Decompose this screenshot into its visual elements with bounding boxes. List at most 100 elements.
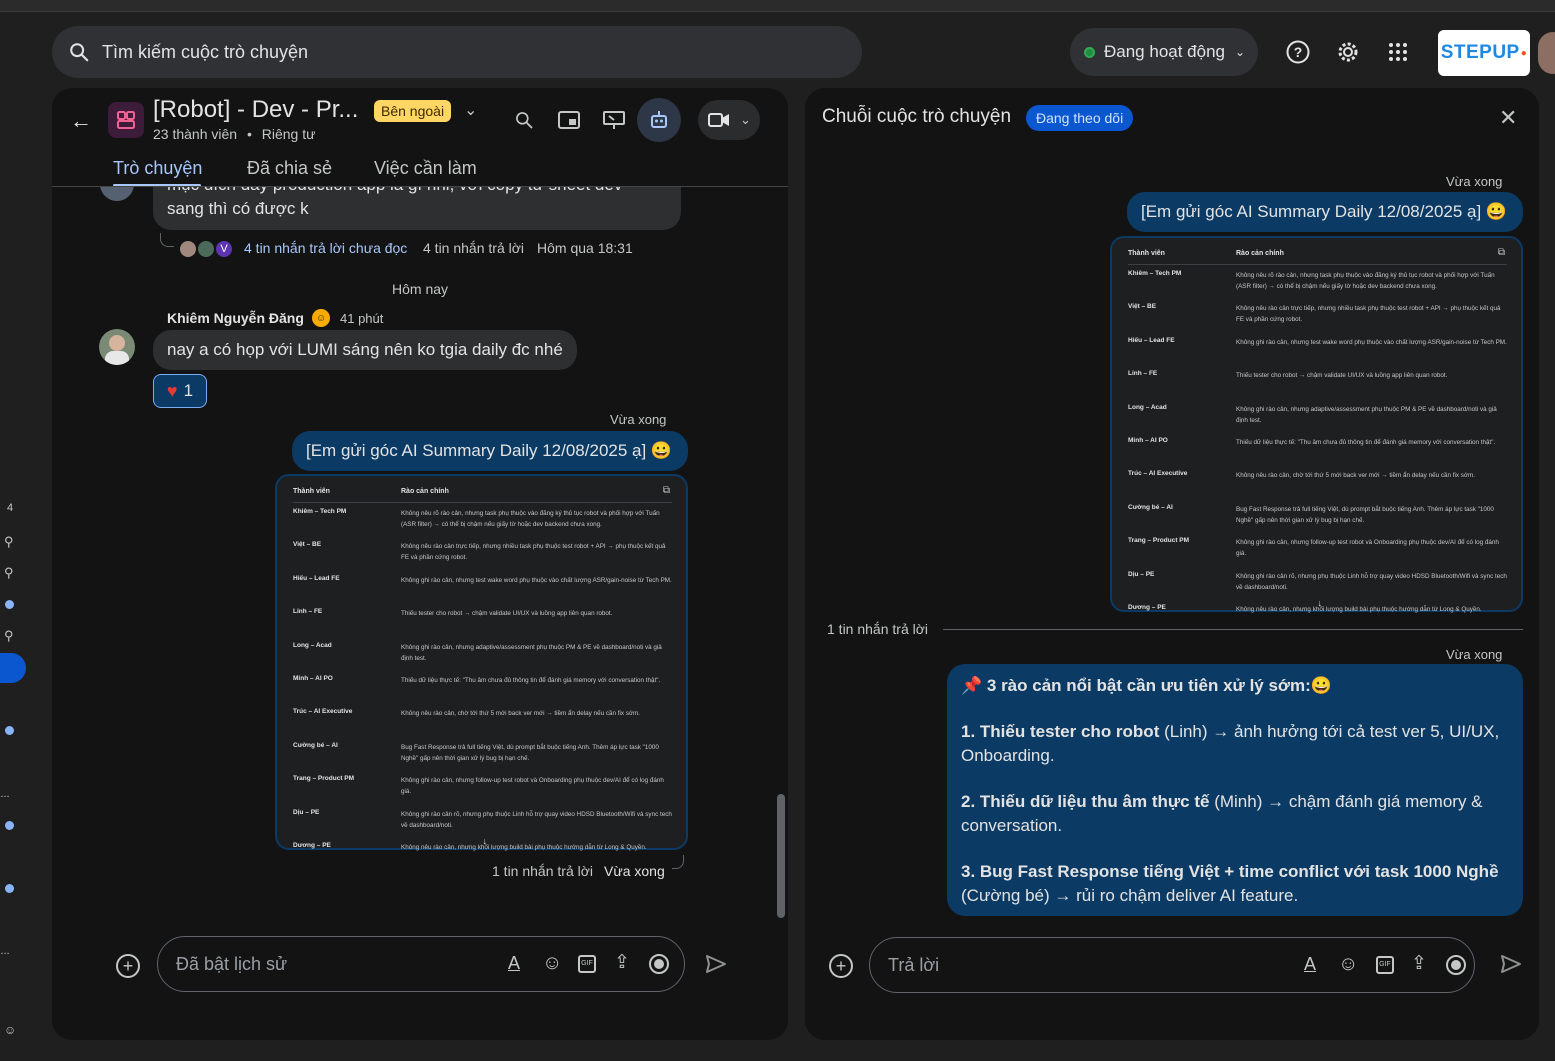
pin-icon[interactable]: ⚲ [4, 565, 14, 581]
upload-icon[interactable]: ⇪ [1411, 952, 1427, 975]
message-bubble[interactable]: 📌 3 rào cản nổi bật cần ưu tiên xử lý sớ… [947, 664, 1523, 916]
arrow-down-icon[interactable]: ↓ [483, 836, 488, 846]
message-bubble[interactable]: mục đích dày production app là gì nhỉ, v… [153, 187, 681, 230]
emoji-icon[interactable]: ☺ [542, 952, 562, 975]
table-row-name: Linh – FE [1128, 370, 1158, 378]
settings-gear-icon[interactable] [1334, 38, 1362, 66]
summary-table-image[interactable]: Thành viên Rào cản chính ⧉ Khiêm – Tech PM K… [1110, 236, 1523, 613]
status-dropdown[interactable]: Đang hoạt động ⌄ [1070, 28, 1258, 76]
pin-icon[interactable]: ⚲ [4, 628, 14, 644]
reaction-chip[interactable]: ♥ 1 [153, 374, 207, 408]
upload-icon[interactable]: ⇪ [614, 951, 630, 974]
table-row-name: Cường bé – AI [293, 741, 338, 749]
tab-chat[interactable]: Trò chuyện [113, 158, 202, 179]
table-row-name: Việt – BE [1128, 303, 1157, 311]
arrow-down-icon[interactable]: ↓ [1318, 598, 1323, 608]
copy-icon[interactable]: ⧉ [663, 485, 670, 496]
following-badge[interactable]: Đang theo dõi [1026, 105, 1134, 131]
add-icon[interactable]: + [829, 954, 853, 978]
help-icon[interactable]: ? [1284, 38, 1312, 66]
search-icon[interactable] [506, 102, 542, 138]
table-row-desc: Không ghi rào cản rõ, nhưng phụ thuộc Li… [401, 810, 672, 829]
summary-table-image[interactable]: Thành viên Rào cản chính ⧉ Khiêm – Tech PM K… [275, 474, 688, 851]
avatar [178, 239, 198, 259]
record-video-icon[interactable] [649, 954, 669, 974]
table-row-name: Cường bé – AI [1128, 503, 1173, 511]
record-video-icon[interactable] [1446, 955, 1466, 975]
rail-more: ... [0, 945, 10, 957]
avatar: V [214, 239, 234, 259]
search-bar[interactable]: Tìm kiếm cuộc trò chuyện [52, 26, 862, 78]
side-panel-icon[interactable] [551, 102, 587, 138]
close-icon[interactable]: ✕ [1499, 105, 1517, 131]
sender-name[interactable]: Khiêm Nguyễn Đăng [167, 310, 304, 326]
message-text: sang thì có được k [167, 199, 309, 218]
emoji-status-icon[interactable]: ☺ [4, 1023, 16, 1037]
table-header-desc: Rào cản chính [1236, 250, 1284, 257]
tab-shared[interactable]: Đã chia sẻ [247, 158, 332, 179]
rail-count: 4 [6, 502, 14, 514]
reply-divider-line [943, 629, 1523, 630]
send-icon[interactable] [704, 952, 728, 981]
message-bubble[interactable]: [Em gửi góc AI Summary Daily 12/08/2025 … [1127, 192, 1523, 232]
tab-tasks[interactable]: Việc cần làm [374, 158, 477, 179]
video-camera-icon [708, 113, 729, 127]
message-bubble[interactable]: nay a có họp với LUMI sáng nên ko tgia d… [153, 330, 577, 370]
back-arrow-icon[interactable]: ← [70, 108, 92, 134]
reaction-count: 1 [183, 381, 194, 400]
thread-line [160, 233, 174, 247]
avatar[interactable] [99, 329, 135, 365]
svg-text:?: ? [1294, 44, 1303, 60]
send-icon[interactable] [1499, 952, 1523, 981]
table-row-desc: Không nêu rào cản trực tiếp, nhưng nhiều… [401, 543, 666, 562]
format-text-icon[interactable]: A [508, 953, 520, 974]
message-time: 41 phút [340, 311, 384, 326]
message-composer[interactable]: Đã bật lịch sử A ☺ GIF ⇪ [157, 936, 685, 992]
space-title[interactable]: [Robot] - Dev - Pr... [153, 96, 358, 124]
table-row-desc: Thiếu dữ liệu thực tế: "Thu âm chưa đủ t… [1236, 439, 1496, 446]
avatar [100, 187, 134, 201]
message-time: Vừa xong [1446, 647, 1503, 662]
add-icon[interactable]: + [116, 954, 140, 978]
message-text: mục đích dày production app là gì nhỉ, v… [167, 187, 622, 195]
member-count[interactable]: 23 thành viên [153, 126, 237, 142]
format-text-icon[interactable]: A [1304, 954, 1316, 975]
composer-input[interactable]: Đã bật lịch sử [176, 954, 287, 975]
unread-dot [5, 600, 14, 609]
gif-icon[interactable]: GIF [1376, 956, 1394, 974]
emoji-icon[interactable]: ☺ [1338, 953, 1358, 976]
message-list: mục đích dày production app là gì nhỉ, v… [52, 187, 788, 927]
brand-logo[interactable]: STEPUP ● [1438, 30, 1530, 76]
table-row-name: Long – Acad [293, 641, 332, 649]
reply-count[interactable]: 4 tin nhắn trả lời [423, 240, 524, 256]
reply-item-text: (Cường bé) → rủi ro chậm deliver AI feat… [961, 886, 1299, 905]
chevron-down-icon[interactable]: ⌄ [464, 100, 477, 120]
reply-count[interactable]: 1 tin nhắn trả lời [492, 863, 593, 879]
copy-icon[interactable]: ⧉ [1498, 247, 1505, 258]
pin-icon[interactable]: ⚲ [4, 534, 14, 550]
gif-icon[interactable]: GIF [578, 955, 596, 973]
search-input[interactable]: Tìm kiếm cuộc trò chuyện [102, 42, 308, 63]
message-bubble[interactable]: [Em gửi góc AI Summary Daily 12/08/2025 … [292, 431, 688, 471]
table-row-name: Dương – PE [1128, 604, 1166, 611]
integrations-icon[interactable] [637, 98, 681, 142]
table-row-name: Dịu – PE [293, 808, 320, 816]
reply-composer[interactable]: Trả lời A ☺ GIF ⇪ [869, 937, 1475, 993]
table-row-desc: Không nêu rào cản, nhưng khối lượng buil… [401, 844, 647, 851]
unread-dot [5, 726, 14, 735]
date-divider: Hôm nay [392, 281, 449, 297]
composer-input[interactable]: Trả lời [888, 955, 939, 976]
rail-active-item[interactable] [0, 653, 26, 683]
table-row-desc: Bug Fast Response trả full tiếng Việt, d… [401, 743, 659, 762]
scrollbar[interactable] [777, 794, 785, 918]
meet-button[interactable]: ⌄ [698, 100, 760, 140]
apps-grid-icon[interactable] [1384, 38, 1412, 66]
avatar [196, 239, 216, 259]
space-icon [108, 102, 144, 138]
chat-panel: ← [Robot] - Dev - Pr... Bên ngoài ⌄ 23 t… [52, 88, 788, 1040]
status-label: Đang hoạt động [1104, 42, 1225, 61]
pin-board-icon[interactable] [596, 102, 632, 138]
unread-replies-link[interactable]: 4 tin nhắn trả lời chưa đọc [244, 240, 407, 256]
table-row-name: Hiếu – Lead FE [1128, 336, 1175, 344]
account-avatar[interactable] [1538, 32, 1555, 74]
